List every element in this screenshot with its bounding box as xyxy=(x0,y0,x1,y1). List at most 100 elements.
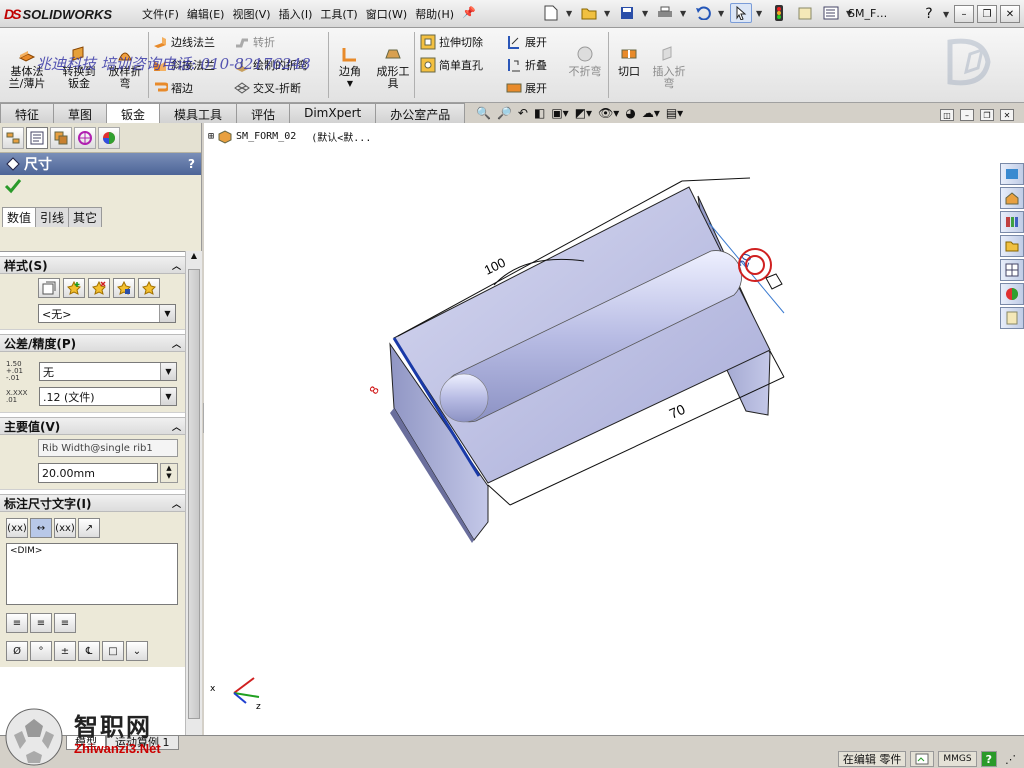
select-arrow-icon[interactable] xyxy=(730,3,752,23)
chevron-down-icon[interactable]: ▼ xyxy=(718,9,726,18)
open-folder-icon[interactable] xyxy=(578,3,600,23)
tile-icon[interactable]: ◫ xyxy=(940,109,954,121)
tab-office-products[interactable]: 办公室产品 xyxy=(375,103,466,123)
orientation-triad[interactable]: x z xyxy=(210,677,261,712)
previous-view-icon[interactable]: ↶ xyxy=(518,106,528,120)
menu-window[interactable]: 窗口(W) xyxy=(366,6,415,22)
chevron-down-icon[interactable]: ▼ xyxy=(604,9,612,18)
options-icon[interactable] xyxy=(820,3,842,23)
section-view-icon[interactable]: ◧ xyxy=(534,106,545,120)
restore-icon[interactable]: ❐ xyxy=(980,109,994,121)
no-bends-button[interactable]: 不折弯 xyxy=(562,44,608,78)
chevron-down-icon[interactable]: ▼ xyxy=(160,363,176,380)
chevron-down-icon[interactable]: ▼ xyxy=(642,9,650,18)
help-icon[interactable]: ? xyxy=(918,4,940,24)
menu-edit[interactable]: 编辑(E) xyxy=(187,6,233,22)
spin-down-icon[interactable]: ▼ xyxy=(161,472,177,480)
zoom-to-fit-icon[interactable]: 🔍 xyxy=(476,106,491,120)
align-center-icon[interactable]: ≡ xyxy=(30,613,52,633)
collapse-icon[interactable]: ︿ xyxy=(172,337,181,350)
tab-mold-tools[interactable]: 模具工具 xyxy=(159,103,238,123)
apply-scene-icon[interactable]: ☁▾ xyxy=(642,106,660,120)
cross-break-button[interactable]: 交叉-折断 xyxy=(234,78,301,98)
chevron-down-icon[interactable]: ▼ xyxy=(160,388,176,405)
style-select[interactable]: <无> ▼ xyxy=(38,304,176,323)
chevron-down-icon[interactable]: ▼ xyxy=(566,9,574,18)
tab-sheet-metal[interactable]: 钣金 xyxy=(106,103,161,123)
plus-minus-symbol-icon[interactable]: ± xyxy=(54,641,76,661)
view-orientation-icon[interactable]: ▣▾ xyxy=(551,106,568,120)
scrollbar-thumb[interactable] xyxy=(188,269,200,719)
tab-value[interactable]: 数值 xyxy=(2,207,37,227)
solidworks-resources-icon[interactable] xyxy=(1000,163,1024,185)
file-properties-icon[interactable] xyxy=(794,3,816,23)
rebuild-status-icon[interactable] xyxy=(910,751,935,767)
tab-sketch[interactable]: 草图 xyxy=(53,103,108,123)
chevron-down-icon[interactable]: ▼ xyxy=(159,305,175,322)
dimension-value-input[interactable]: 20.00mm xyxy=(38,463,158,483)
appearances-icon[interactable] xyxy=(1000,283,1024,305)
insert-bends-button[interactable]: 插入折 弯 xyxy=(646,44,692,90)
property-manager-tab-icon[interactable] xyxy=(26,127,48,149)
close-icon[interactable]: ✕ xyxy=(1000,109,1014,121)
dimension-text-box[interactable]: <DIM> xyxy=(6,543,178,605)
print-icon[interactable] xyxy=(654,3,676,23)
ok-checkmark-icon[interactable] xyxy=(4,178,22,194)
chevron-down-icon[interactable]: ▼ xyxy=(330,78,370,90)
menu-file[interactable]: 文件(F) xyxy=(142,6,187,22)
align-left-icon[interactable]: ≡ xyxy=(6,613,28,633)
simple-hole-button[interactable]: 简单直孔 xyxy=(420,55,483,75)
dim-leader-icon[interactable]: ↗ xyxy=(78,518,100,538)
custom-properties-icon[interactable] xyxy=(1000,307,1024,329)
menu-tools[interactable]: 工具(T) xyxy=(320,6,365,22)
unfold-button[interactable]: 展开 xyxy=(506,32,547,52)
delete-style-icon[interactable] xyxy=(88,278,110,298)
precision-select[interactable]: .12 (文件) ▼ xyxy=(39,387,177,406)
solidworks-logo[interactable]: DS SOLIDWORKS xyxy=(4,4,124,24)
primary-value-group-header[interactable]: 主要值(V) ︿ xyxy=(0,417,185,435)
file-explorer-icon[interactable] xyxy=(1000,235,1024,257)
sheet-metal-model[interactable]: 100 70 20 8 x z xyxy=(204,123,1024,735)
forming-tool-button[interactable]: 成形工 具 xyxy=(370,44,416,90)
dim-below-icon[interactable]: (xx) xyxy=(54,518,76,538)
chevron-down-icon[interactable]: ▼ xyxy=(943,10,951,19)
menu-help[interactable]: 帮助(H) xyxy=(415,6,462,22)
scroll-up-icon[interactable]: ▲ xyxy=(186,251,202,267)
minimize-icon[interactable]: – xyxy=(960,109,974,121)
zoom-to-area-icon[interactable]: 🔎 xyxy=(497,106,512,120)
tab-evaluate[interactable]: 评估 xyxy=(236,103,291,123)
tab-dimxpert[interactable]: DimXpert xyxy=(289,103,377,123)
pin-icon[interactable]: 📌 xyxy=(462,6,484,22)
save-icon[interactable] xyxy=(616,3,638,23)
degree-symbol-icon[interactable]: ° xyxy=(30,641,52,661)
dimxpert-manager-tab-icon[interactable] xyxy=(74,127,96,149)
collapse-icon[interactable]: ︿ xyxy=(172,259,181,272)
extruded-cut-button[interactable]: 拉伸切除 xyxy=(420,32,483,52)
dimension-label-flange[interactable]: 8 xyxy=(366,383,382,396)
add-style-icon[interactable] xyxy=(63,278,85,298)
jog-button[interactable]: 转折 xyxy=(234,32,275,52)
collapse-icon[interactable]: ︿ xyxy=(172,420,181,433)
save-style-icon[interactable] xyxy=(113,278,135,298)
dim-above-icon[interactable]: (xx) xyxy=(6,518,28,538)
edge-flange-button[interactable]: 边线法兰 xyxy=(152,32,215,52)
dimension-label-width[interactable]: 70 xyxy=(667,401,688,422)
home-icon[interactable] xyxy=(1000,187,1024,209)
tab-features[interactable]: 特征 xyxy=(0,103,55,123)
rebuild-traffic-light-icon[interactable] xyxy=(768,3,790,23)
tab-other[interactable]: 其它 xyxy=(68,207,103,227)
apply-default-style-icon[interactable] xyxy=(38,278,60,298)
resize-grip-icon[interactable]: ⋰ xyxy=(1001,751,1020,767)
spin-up-icon[interactable]: ▲ xyxy=(161,464,177,472)
display-manager-tab-icon[interactable] xyxy=(98,127,120,149)
centerline-symbol-icon[interactable]: ℄ xyxy=(78,641,100,661)
feature-tree-tab-icon[interactable] xyxy=(2,127,24,149)
style-group-header[interactable]: 样式(S) ︿ xyxy=(0,256,185,274)
graphics-area[interactable]: 🔍 🔎 ↶ ◧ ▣▾ ◩▾ 👁▾ ◕ ☁▾ ▤▾ ◫ – ❐ ✕ ⊞ SM_FO… xyxy=(204,106,1024,735)
restore-button[interactable]: ❐ xyxy=(977,5,997,23)
new-document-icon[interactable] xyxy=(540,3,562,23)
corners-button[interactable]: 边角 ▼ xyxy=(330,44,370,90)
load-style-icon[interactable] xyxy=(138,278,160,298)
align-right-icon[interactable]: ≡ xyxy=(54,613,76,633)
dimension-label-length[interactable]: 100 xyxy=(482,255,508,278)
